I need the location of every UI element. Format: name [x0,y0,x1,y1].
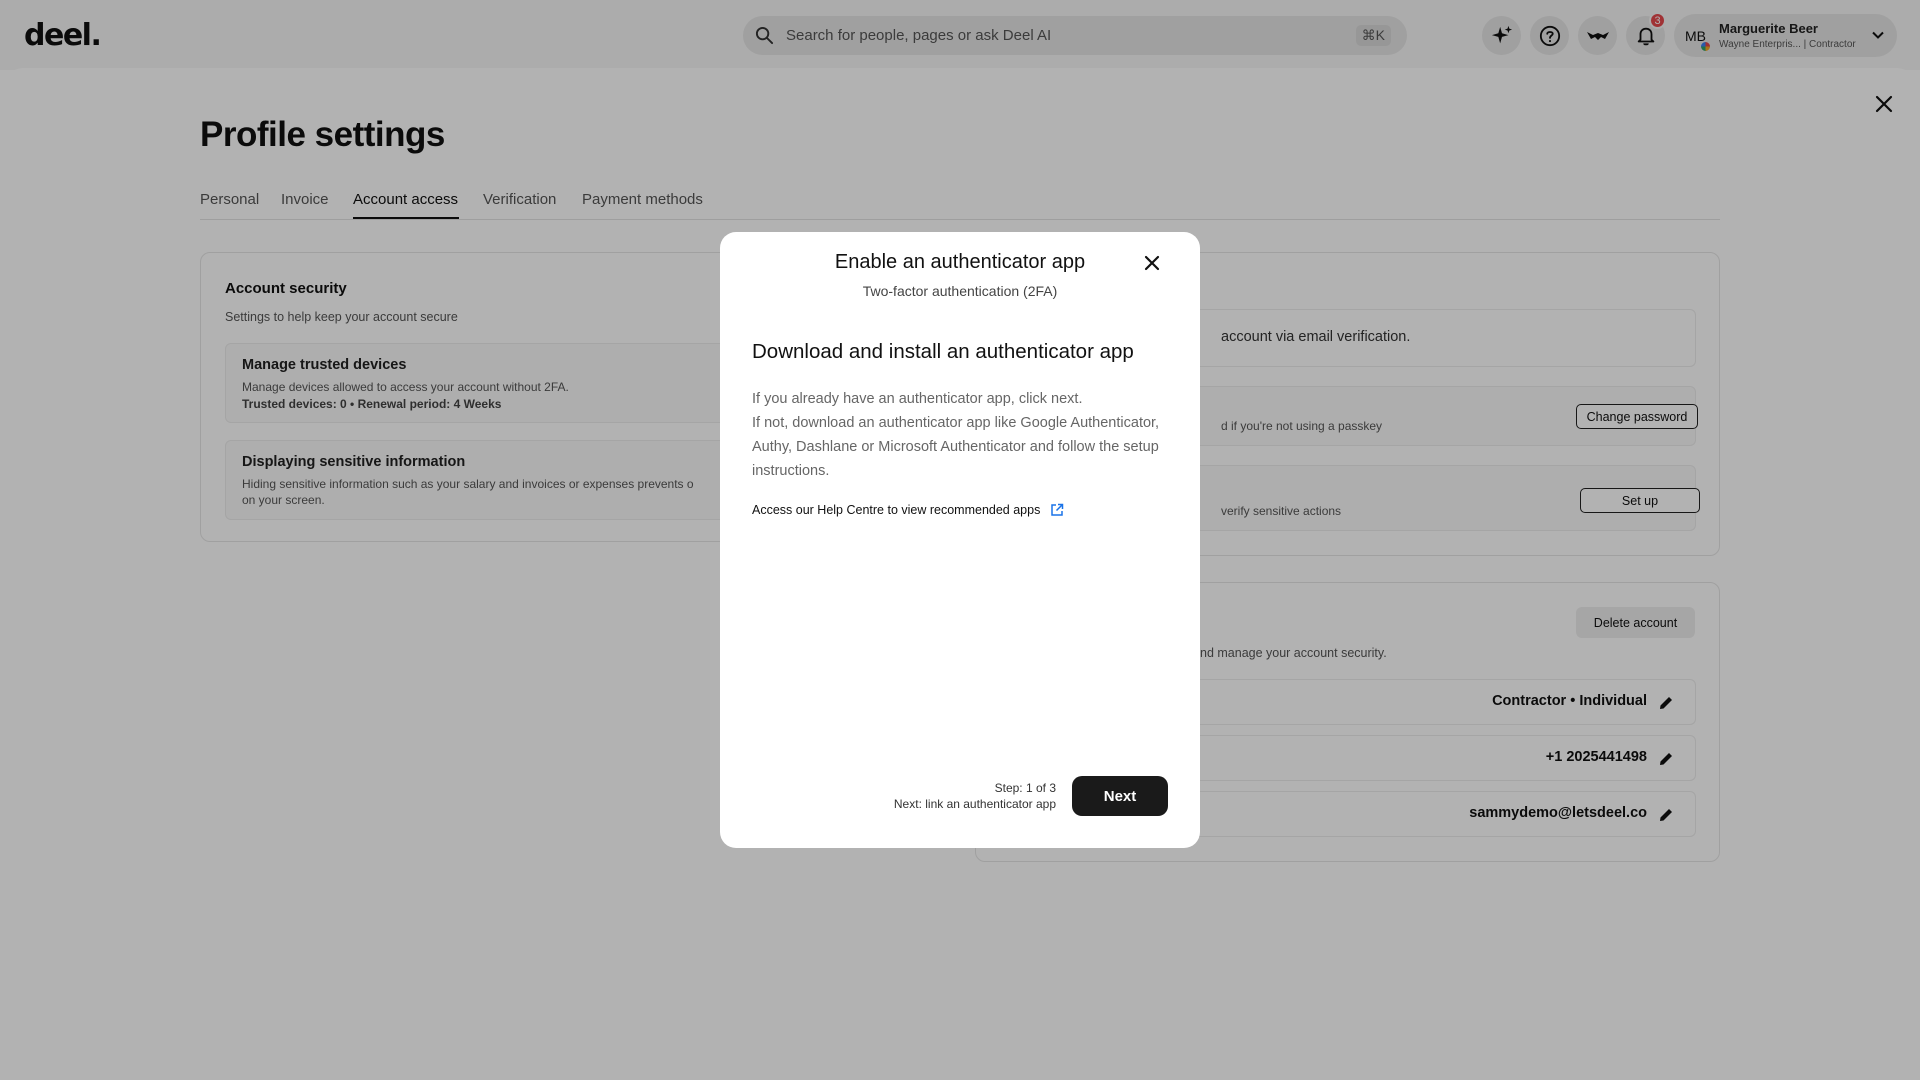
step-indicator: Step: 1 of 3 Next: link an authenticator… [894,780,1056,812]
authenticator-modal: Enable an authenticator app Two-factor a… [720,232,1200,848]
modal-instructions: If you already have an authenticator app… [752,387,1172,483]
close-icon[interactable] [1142,253,1162,273]
help-centre-link[interactable]: Access our Help Centre to view recommend… [752,503,1064,517]
instruction-line-2: If not, download an authenticator app li… [752,415,1160,479]
external-link-icon [1051,503,1064,516]
instruction-line-1: If you already have an authenticator app… [752,391,1083,407]
step-count: Step: 1 of 3 [994,781,1056,795]
next-step-label: Next: link an authenticator app [893,797,1056,811]
help-centre-link-text: Access our Help Centre to view recommend… [752,503,1041,517]
modal-heading: Download and install an authenticator ap… [752,340,1134,363]
modal-subtitle: Two-factor authentication (2FA) [862,283,1058,299]
modal-title: Enable an authenticator app [834,251,1086,273]
next-button[interactable]: Next [1072,776,1168,816]
